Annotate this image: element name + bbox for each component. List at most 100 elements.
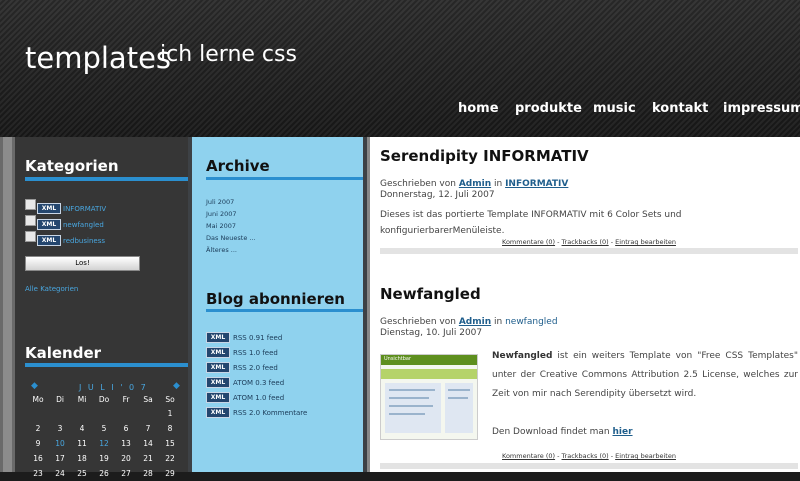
calendar-day: 20 [121, 454, 131, 463]
main-nav: home produkte music kontakt impressum [0, 101, 800, 119]
site-title[interactable]: templates [25, 41, 171, 75]
calendar-day: 6 [123, 424, 129, 433]
calendar-day: 22 [165, 454, 175, 463]
download-link[interactable]: hier [613, 427, 633, 437]
post-meta: Geschrieben von Admin in INFORMATIV [380, 179, 569, 189]
category-checkbox[interactable] [25, 215, 36, 226]
calendar-day: 17 [55, 454, 65, 463]
xml-feed-icon[interactable]: XML [37, 219, 61, 230]
calendar-day: 8 [167, 424, 173, 433]
nav-home[interactable]: home [458, 101, 499, 116]
feed-link[interactable]: ATOM 1.0 feed [233, 394, 284, 402]
xml-feed-icon[interactable]: XML [37, 203, 61, 214]
author-link[interactable]: Admin [459, 317, 491, 327]
sidebar-categories: Kategorien XML INFORMATIV XML newfangled X… [15, 137, 188, 478]
calendar-prev-icon[interactable]: ◆ [31, 381, 38, 391]
calendar-day: 26 [99, 469, 109, 478]
download-line: Den Download findet man hier [492, 427, 633, 437]
author-link[interactable]: Admin [459, 179, 491, 189]
feed-link[interactable]: RSS 2.0 Kommentare [233, 409, 307, 417]
calendar-day: 19 [99, 454, 109, 463]
xml-feed-icon[interactable]: XML [37, 235, 61, 246]
calendar-day: 4 [79, 424, 85, 433]
post-title[interactable]: Serendipity INFORMATIV [380, 147, 589, 165]
post-footer: Kommentare (0) - Trackbacks (0) - Eintra… [502, 238, 676, 246]
post-footer: Kommentare (0) - Trackbacks (0) - Eintra… [502, 452, 676, 460]
all-categories-link[interactable]: Alle Kategorien [25, 285, 78, 293]
blog-subscribe-heading: Blog abonnieren [206, 290, 345, 308]
post-title[interactable]: Newfangled [380, 285, 481, 303]
calendar-week-row: 23 24 25 26 27 28 29 [27, 469, 185, 481]
archive-link-newest[interactable]: Das Neueste ... [206, 234, 256, 242]
calendar-day[interactable]: 12 [93, 439, 115, 448]
archive-link-juli-2007[interactable]: Juli 2007 [206, 198, 234, 206]
category-link[interactable]: INFORMATIV [505, 179, 568, 189]
post-meta: Geschrieben von Admin in newfangled [380, 317, 558, 327]
template-thumbnail[interactable]: Unsichtbar [380, 354, 478, 440]
calendar-day: 14 [143, 439, 153, 448]
feed-item-atom10: XML ATOM 1.0 feed [206, 387, 284, 403]
edit-entry-link[interactable]: Eintrag bearbeiten [615, 452, 676, 460]
post-body: Dieses ist das portierte Template INFORM… [380, 210, 682, 236]
feed-link[interactable]: ATOM 0.3 feed [233, 379, 284, 387]
category-link[interactable]: newfangled [505, 317, 557, 327]
feed-item-rss091: XML RSS 0.91 feed [206, 327, 282, 343]
calendar-day: 2 [35, 424, 41, 433]
kategorien-heading: Kategorien [25, 157, 119, 175]
calendar-day: 13 [121, 439, 131, 448]
calendar-week-row: 1 [27, 409, 185, 421]
trackbacks-link[interactable]: Trackbacks (0) [562, 452, 609, 460]
archive-heading: Archive [206, 157, 270, 175]
nav-impressum[interactable]: impressum [723, 101, 800, 116]
kalender-heading: Kalender [25, 344, 102, 362]
post-date: Dienstag, 10. Juli 2007 [380, 328, 483, 338]
comments-link[interactable]: Kommentare (0) [502, 452, 555, 460]
calendar-day: 25 [77, 469, 87, 478]
nav-produkte[interactable]: produkte [515, 101, 582, 116]
calendar-day: 21 [143, 454, 153, 463]
calendar-day: 7 [145, 424, 151, 433]
xml-feed-icon[interactable]: XML [206, 407, 230, 418]
calendar-week-row: 16 17 18 19 20 21 22 [27, 454, 185, 466]
post-body: Newfangled ist ein weiters Template von … [492, 351, 798, 399]
category-link[interactable]: INFORMATIV [63, 205, 106, 213]
comments-link[interactable]: Kommentare (0) [502, 238, 555, 246]
calendar-day: 24 [55, 469, 65, 478]
feed-item-comments: XML RSS 2.0 Kommentare [206, 402, 307, 418]
calendar-week-row: 9 10 11 12 13 14 15 [27, 439, 185, 451]
los-button[interactable]: Los! [25, 256, 140, 271]
category-checkbox[interactable] [25, 199, 36, 210]
feed-item-atom03: XML ATOM 0.3 feed [206, 372, 284, 388]
calendar-day: 18 [77, 454, 87, 463]
category-link[interactable]: newfangled [63, 221, 104, 229]
calendar-week-row: 2 3 4 5 6 7 8 [27, 424, 185, 436]
calendar-day: 1 [167, 409, 173, 418]
feed-link[interactable]: RSS 0.91 feed [233, 334, 282, 342]
trackbacks-link[interactable]: Trackbacks (0) [562, 238, 609, 246]
calendar-day: 29 [165, 469, 175, 478]
calendar-day: 27 [121, 469, 131, 478]
calendar-next-icon[interactable]: ◆ [173, 381, 180, 391]
category-link[interactable]: redbusiness [63, 237, 105, 245]
post-date: Donnerstag, 12. Juli 2007 [380, 190, 495, 200]
nav-kontakt[interactable]: kontakt [652, 101, 708, 116]
site-subtitle: ich lerne css [160, 42, 297, 67]
archive-link-juni-2007[interactable]: Juni 2007 [206, 210, 237, 218]
calendar-day: 28 [143, 469, 153, 478]
calendar-day: 5 [101, 424, 107, 433]
feed-link[interactable]: RSS 2.0 feed [233, 364, 278, 372]
feed-item-rss10: XML RSS 1.0 feed [206, 342, 278, 358]
calendar-weekdays: Mo Di Mi Do Fr Sa So [32, 395, 175, 404]
edit-entry-link[interactable]: Eintrag bearbeiten [615, 238, 676, 246]
calendar-day: 11 [77, 439, 87, 448]
calendar-day: 3 [57, 424, 63, 433]
calendar-month-title: J U L I ' 0 7 [79, 383, 148, 392]
category-checkbox[interactable] [25, 231, 36, 242]
nav-music[interactable]: music [593, 101, 636, 116]
calendar-day: 9 [35, 439, 41, 448]
archive-link-mai-2007[interactable]: Mai 2007 [206, 222, 236, 230]
calendar-day[interactable]: 10 [49, 439, 71, 448]
calendar-day: 23 [33, 469, 43, 478]
feed-link[interactable]: RSS 1.0 feed [233, 349, 278, 357]
archive-link-older[interactable]: Älteres ... [206, 246, 237, 254]
